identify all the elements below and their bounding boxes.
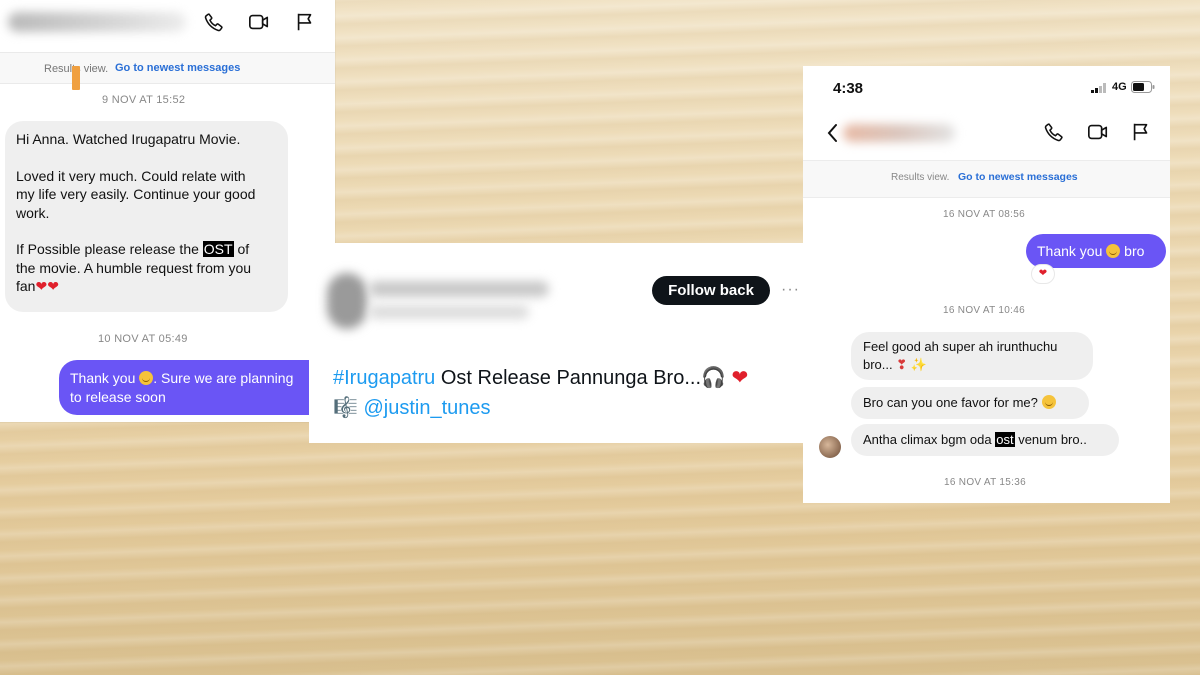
date-separator: 9 NOV AT 15:52 <box>102 94 186 106</box>
back-chevron-icon[interactable] <box>825 122 841 144</box>
tweet-text: #Irugapatru Ost Release Pannunga Bro...🎧… <box>333 363 793 423</box>
highlighted-ost: OST <box>202 241 234 257</box>
outgoing-message: Thank you . Sure we are planning to rele… <box>59 360 319 415</box>
smile-emoji <box>1041 395 1056 409</box>
message-text: bro... <box>863 357 893 372</box>
message-text: of <box>233 241 250 257</box>
message-line: Hi Anna. Watched Irugapatru Movie. <box>16 131 241 147</box>
battery-icon <box>1131 81 1155 93</box>
go-to-newest-link[interactable]: Go to newest messages <box>115 62 240 74</box>
tweet-line: 🎼 @justin_tunes <box>333 393 793 423</box>
hearts-emoji: ❤❤ <box>35 278 59 294</box>
message-line: fan❤❤ <box>16 277 277 296</box>
date-separator: 10 NOV AT 05:49 <box>98 333 188 345</box>
message-text: Bro can you one favor for me? <box>863 395 1038 410</box>
music-note-emoji: 🎼 <box>333 397 358 419</box>
phone-icon[interactable] <box>1043 121 1065 143</box>
message-text: fan <box>16 278 36 294</box>
tweet-body: Ost Release Pannunga Bro... <box>435 367 702 389</box>
mention-link[interactable]: @justin_tunes <box>363 397 490 419</box>
heart-emoji: ❤ <box>725 367 749 389</box>
date-separator: 16 NOV AT 08:56 <box>943 209 1025 220</box>
incoming-message: Feel good ah super ah irunthuchu bro... … <box>851 332 1093 380</box>
message-line: the movie. A humble request from you <box>16 259 252 276</box>
message-text: Antha climax bgm oda <box>863 432 996 447</box>
message-line: Loved it very much. Could relate with <box>16 167 246 184</box>
heart-reaction[interactable]: ❤ <box>1031 264 1055 284</box>
highlighted-ost: ost <box>995 432 1015 447</box>
tweet-line: #Irugapatru Ost Release Pannunga Bro...🎧… <box>333 363 793 393</box>
headphones-emoji: 🎧 <box>701 367 726 389</box>
tweet-card: Follow back ··· #Irugapatru Ost Release … <box>309 243 803 443</box>
avatar[interactable] <box>819 436 841 458</box>
chat-header <box>0 0 335 46</box>
go-to-newest-link[interactable]: Go to newest messages <box>958 171 1078 183</box>
incoming-message: Bro can you one favor for me? <box>851 387 1089 419</box>
results-view-bar: Results view. Go to newest messages <box>0 52 335 84</box>
incoming-message: Hi Anna. Watched Irugapatru Movie. Loved… <box>5 121 288 312</box>
date-separator: 16 NOV AT 15:36 <box>944 477 1026 488</box>
message-text: . Sure we are planning <box>153 370 294 386</box>
message-line: bro... ❣ ✨ <box>863 356 1081 374</box>
blurred-username <box>8 12 186 32</box>
network-label: 4G <box>1112 81 1127 93</box>
signal-icon <box>1091 83 1106 93</box>
message-line: If Possible please release the OST of <box>16 240 277 259</box>
video-icon[interactable] <box>1086 121 1110 143</box>
cursor-marker <box>72 66 80 90</box>
message-text: venum bro.. <box>1014 432 1087 447</box>
outgoing-message: Thank you bro <box>1026 234 1166 268</box>
message-text: If Possible please release the <box>16 241 203 257</box>
message-line: to release soon <box>70 388 166 405</box>
dm-panel-right: 4:38 4G Results view. Go to newest messa… <box>803 66 1170 503</box>
message-text: Thank you <box>70 370 136 386</box>
blurred-profile <box>327 273 367 329</box>
flag-icon[interactable] <box>1130 121 1152 143</box>
blurred-username <box>843 124 955 142</box>
date-separator: 16 NOV AT 10:46 <box>943 305 1025 316</box>
more-options-icon[interactable]: ··· <box>781 281 800 299</box>
sparkle-emoji: ❣ ✨ <box>896 357 927 372</box>
message-text: bro <box>1124 243 1145 259</box>
flag-icon[interactable] <box>294 11 316 33</box>
smile-emoji <box>139 371 154 385</box>
follow-back-button[interactable]: Follow back <box>652 276 770 305</box>
message-text: Thank you <box>1037 243 1103 259</box>
blurred-username <box>369 281 549 297</box>
results-view-bar: Results view. Go to newest messages <box>803 160 1170 198</box>
message-line: work. <box>16 204 50 221</box>
blurred-handle <box>369 305 529 319</box>
phone-icon[interactable] <box>203 11 225 33</box>
smile-emoji <box>1106 244 1121 258</box>
incoming-message: Antha climax bgm oda ost venum bro.. <box>851 424 1119 456</box>
hashtag-link[interactable]: #Irugapatru <box>333 367 435 389</box>
message-line: Feel good ah super ah irunthuchu <box>863 339 1058 354</box>
message-line: my life very easily. Continue your good <box>16 186 256 202</box>
status-time: 4:38 <box>833 80 864 97</box>
dm-panel-left: Results view. Go to newest messages 9 NO… <box>0 0 335 422</box>
results-view-label: Results view. <box>891 172 950 183</box>
video-icon[interactable] <box>248 11 270 33</box>
message-line: Thank you . Sure we are planning <box>70 369 308 388</box>
